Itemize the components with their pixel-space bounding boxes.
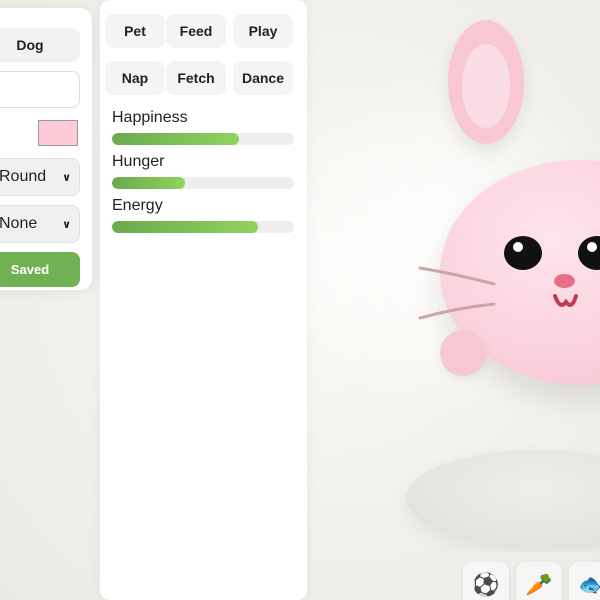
happiness-bar [112, 133, 294, 145]
shape-select[interactable]: Round ∨ [0, 158, 80, 196]
carrot-toy-button[interactable]: 🥕 [516, 562, 562, 600]
pet-scene [306, 0, 600, 552]
pet-ear-inner [462, 44, 510, 128]
customize-panel: Dog Round ∨ None ∨ Saved [0, 8, 92, 290]
actions-panel: Pet Feed Play Nap Fetch Dance Happiness … [100, 0, 307, 600]
chevron-down-icon: ∨ [62, 171, 71, 184]
accessory-select-value: None [0, 215, 38, 232]
happiness-label: Happiness [112, 109, 188, 126]
chevron-down-icon: ∨ [62, 218, 71, 231]
hunger-label: Hunger [112, 153, 165, 170]
pet-paw [440, 330, 486, 376]
nap-action-button[interactable]: Nap [105, 61, 165, 95]
fish-toy-button[interactable]: 🐟 [569, 562, 600, 600]
pet-action-button[interactable]: Pet [105, 14, 165, 48]
pet-mouth [553, 294, 578, 307]
energy-bar-fill [112, 221, 258, 233]
pet-whisker-bottom [418, 302, 496, 320]
body-color-swatch[interactable] [38, 120, 78, 146]
soccer-ball-icon: ⚽ [472, 572, 500, 597]
dance-action-button[interactable]: Dance [233, 61, 293, 95]
fetch-action-button[interactable]: Fetch [166, 61, 226, 95]
shape-select-value: Round [0, 168, 47, 185]
pet-type-dog-button[interactable]: Dog [0, 28, 80, 62]
happiness-bar-fill [112, 133, 240, 145]
pet-name-input[interactable] [0, 71, 80, 108]
carrot-icon: 🥕 [525, 572, 553, 597]
pet-ear [448, 20, 524, 144]
energy-label: Energy [112, 197, 163, 214]
play-action-button[interactable]: Play [233, 14, 293, 48]
energy-bar [112, 221, 294, 233]
soccer-ball-toy-button[interactable]: ⚽ [463, 562, 509, 600]
save-button[interactable]: Saved [0, 252, 80, 287]
pet-eye-left [504, 236, 542, 270]
pet-floor [406, 450, 600, 545]
pet-nose [554, 274, 575, 288]
pet-whisker-top [418, 266, 496, 286]
hunger-bar [112, 177, 294, 189]
hunger-bar-fill [112, 177, 185, 189]
accessory-select[interactable]: None ∨ [0, 205, 80, 243]
feed-action-button[interactable]: Feed [166, 14, 226, 48]
fish-icon: 🐟 [578, 572, 600, 597]
